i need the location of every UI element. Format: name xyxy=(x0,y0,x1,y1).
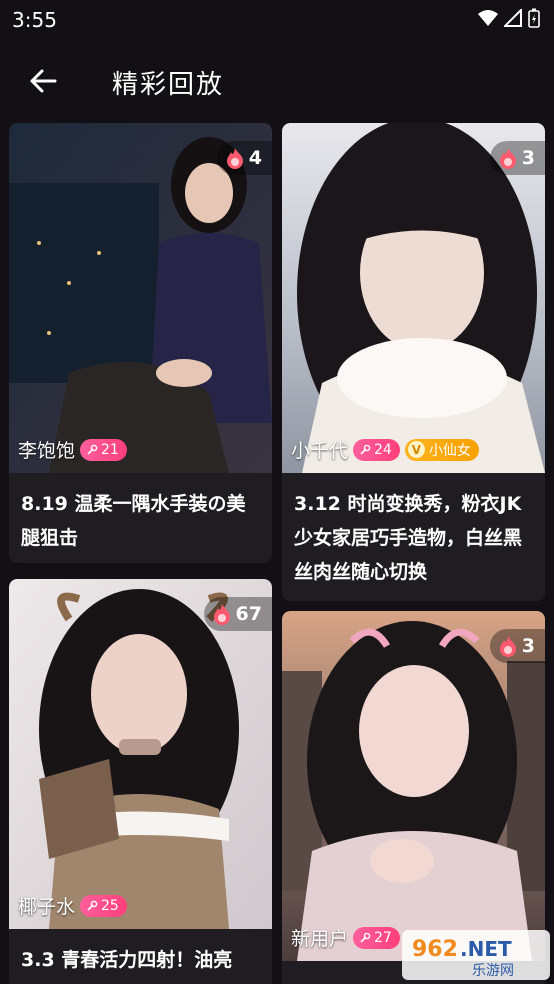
anchor-info: 新用户 27 xyxy=(291,924,400,951)
anchor-name: 新用户 xyxy=(291,928,349,950)
fans-badge: 21 xyxy=(80,438,127,461)
fans-level: 25 xyxy=(101,897,119,914)
anchor-name: 椰子水 xyxy=(18,896,76,918)
status-icons xyxy=(478,8,540,28)
svg-text:乐游网: 乐游网 xyxy=(472,963,514,979)
watermark-logo: 962 .NET 乐游网 xyxy=(402,930,550,980)
fire-icon xyxy=(499,636,516,657)
status-time: 3:55 xyxy=(12,8,57,32)
fire-icon xyxy=(226,148,243,169)
viewer-count: 3 xyxy=(489,141,545,175)
replay-thumbnail[interactable]: 67 椰子水 25 xyxy=(9,579,272,929)
fire-icon xyxy=(213,604,230,625)
fans-level: 21 xyxy=(101,441,119,458)
viewer-count-value: 3 xyxy=(521,147,535,169)
fans-badge: 27 xyxy=(353,926,400,949)
replay-description: 3.12 时尚变换秀，粉衣JK少女家居巧手造物，白丝黑丝肉丝随心切换 xyxy=(294,493,523,583)
replay-card[interactable]: 67 椰子水 25 3.3 青春活力四射！油亮 xyxy=(9,579,272,984)
anchor-info: 李饱饱 21 xyxy=(18,436,127,463)
thumbnail-image xyxy=(9,579,272,929)
viewer-count-value: 3 xyxy=(521,635,535,657)
replay-description: 3.3 青春活力四射！油亮 xyxy=(21,949,233,971)
vip-label: 小仙女 xyxy=(428,442,471,459)
anchor-info: 小千代 24 V 小仙女 xyxy=(291,436,479,463)
replay-thumbnail[interactable]: 3 小千代 24 V 小仙女 xyxy=(282,123,545,473)
signal-icon xyxy=(504,9,522,27)
replay-description: 8.19 温柔一隅水手装の美腿狙击 xyxy=(21,493,246,549)
anchor-info: 椰子水 25 xyxy=(18,892,127,919)
replay-card[interactable]: 4 李饱饱 21 8.19 温柔一隅水手装の美腿狙击 xyxy=(9,123,272,563)
viewer-count: 67 xyxy=(203,597,272,631)
arrow-left-icon xyxy=(30,69,57,93)
viewer-count: 4 xyxy=(216,141,272,175)
replay-thumbnail[interactable]: 4 李饱饱 21 xyxy=(9,123,272,473)
fans-level: 24 xyxy=(374,441,392,458)
page-title: 精彩回放 xyxy=(112,70,225,100)
lightstick-icon xyxy=(360,444,371,455)
thumbnail-image xyxy=(282,123,545,473)
fans-level: 27 xyxy=(374,929,392,946)
viewer-count: 3 xyxy=(489,629,545,663)
lightstick-icon xyxy=(87,900,98,911)
app-header: 精彩回放 xyxy=(0,40,554,124)
svg-text:962: 962 xyxy=(412,937,458,962)
vip-v-icon: V xyxy=(407,441,425,458)
replay-thumbnail[interactable]: 3 新用户 27 xyxy=(282,611,545,961)
wifi-icon xyxy=(478,10,498,26)
fans-badge: 25 xyxy=(80,894,127,917)
thumbnail-image xyxy=(9,123,272,473)
anchor-name: 李饱饱 xyxy=(18,440,76,462)
replay-card[interactable]: 3 小千代 24 V 小仙女 3.12 时尚变换秀，粉衣JK少女家居巧手造物，白… xyxy=(282,123,545,601)
lightstick-icon xyxy=(360,932,371,943)
fire-icon xyxy=(499,148,516,169)
svg-text:.NET: .NET xyxy=(460,937,512,961)
site-watermark: 962 .NET 乐游网 xyxy=(402,930,550,980)
viewer-count-value: 67 xyxy=(235,603,262,625)
thumbnail-image xyxy=(282,611,545,961)
lightstick-icon xyxy=(87,444,98,455)
anchor-name: 小千代 xyxy=(291,440,349,462)
viewer-count-value: 4 xyxy=(248,147,262,169)
replay-card[interactable]: 3 新用户 27 xyxy=(282,611,545,984)
battery-icon xyxy=(528,8,540,28)
fans-badge: 24 xyxy=(353,438,400,461)
back-button[interactable] xyxy=(26,64,60,98)
status-bar: 3:55 xyxy=(0,0,554,40)
vip-badge: V 小仙女 xyxy=(404,438,479,461)
